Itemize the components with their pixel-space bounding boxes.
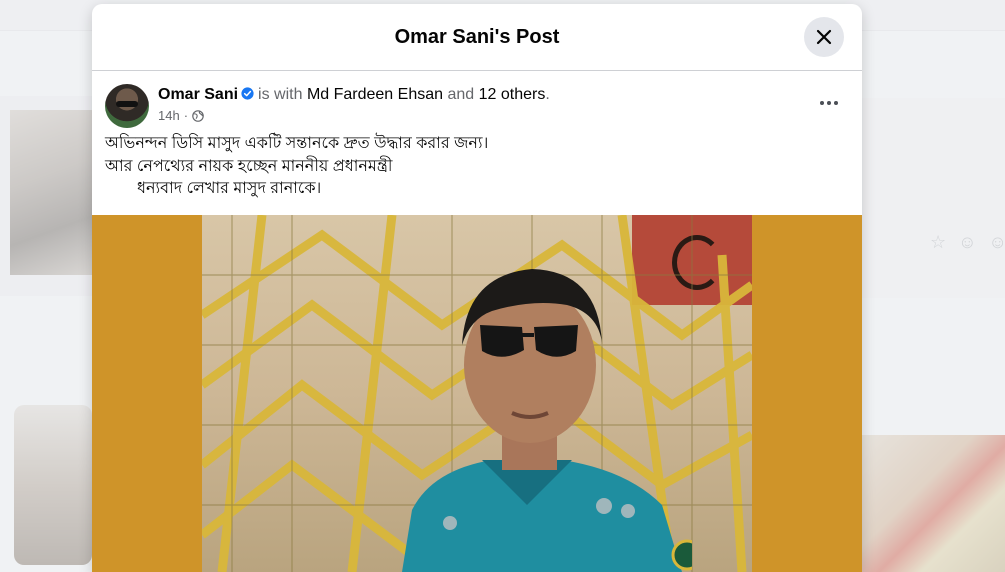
period-text: .	[545, 86, 550, 103]
meta-separator: ·	[183, 108, 189, 123]
post-time-link[interactable]: 14h	[158, 108, 180, 123]
post-modal: Omar Sani's Post Omar Sani is with Md Fa…	[92, 4, 862, 572]
avatar[interactable]	[105, 84, 149, 128]
post-media[interactable]	[92, 215, 862, 572]
others-link[interactable]: 12 others	[479, 86, 546, 103]
photo-officer	[402, 269, 692, 572]
and-text: and	[447, 86, 475, 103]
post-text-line: অভিনন্দন ডিসি মাসুদ একটি সন্তানকে দ্রুত …	[105, 135, 489, 152]
post-text-line: আর নেপথ্যের নায়ক হচ্ছেন মাননীয় প্রধানম…	[105, 157, 393, 175]
verified-badge-icon	[241, 87, 254, 100]
with-text: is with	[258, 86, 303, 103]
modal-header: Omar Sani's Post	[92, 4, 862, 71]
close-button[interactable]	[804, 17, 844, 57]
post-text-line: ধন্যবাদ লেখার মাসুদ রানাকে।	[137, 180, 322, 197]
avatar-glasses	[116, 101, 138, 107]
post-photo[interactable]	[202, 215, 752, 572]
more-options-icon	[820, 101, 824, 105]
author-name-link[interactable]: Omar Sani	[158, 86, 238, 103]
post-attribution: Omar Sani is with Md Fardeen Ehsan and 1…	[158, 85, 550, 105]
globe-icon	[192, 109, 204, 122]
more-options-button[interactable]	[814, 93, 844, 113]
tagged-person-link[interactable]: Md Fardeen Ehsan	[307, 86, 443, 103]
post-meta: 14h ·	[158, 108, 204, 123]
close-icon	[816, 29, 832, 45]
modal-title: Omar Sani's Post	[394, 25, 560, 48]
post-header: Omar Sani is with Md Fardeen Ehsan and 1…	[92, 71, 862, 131]
